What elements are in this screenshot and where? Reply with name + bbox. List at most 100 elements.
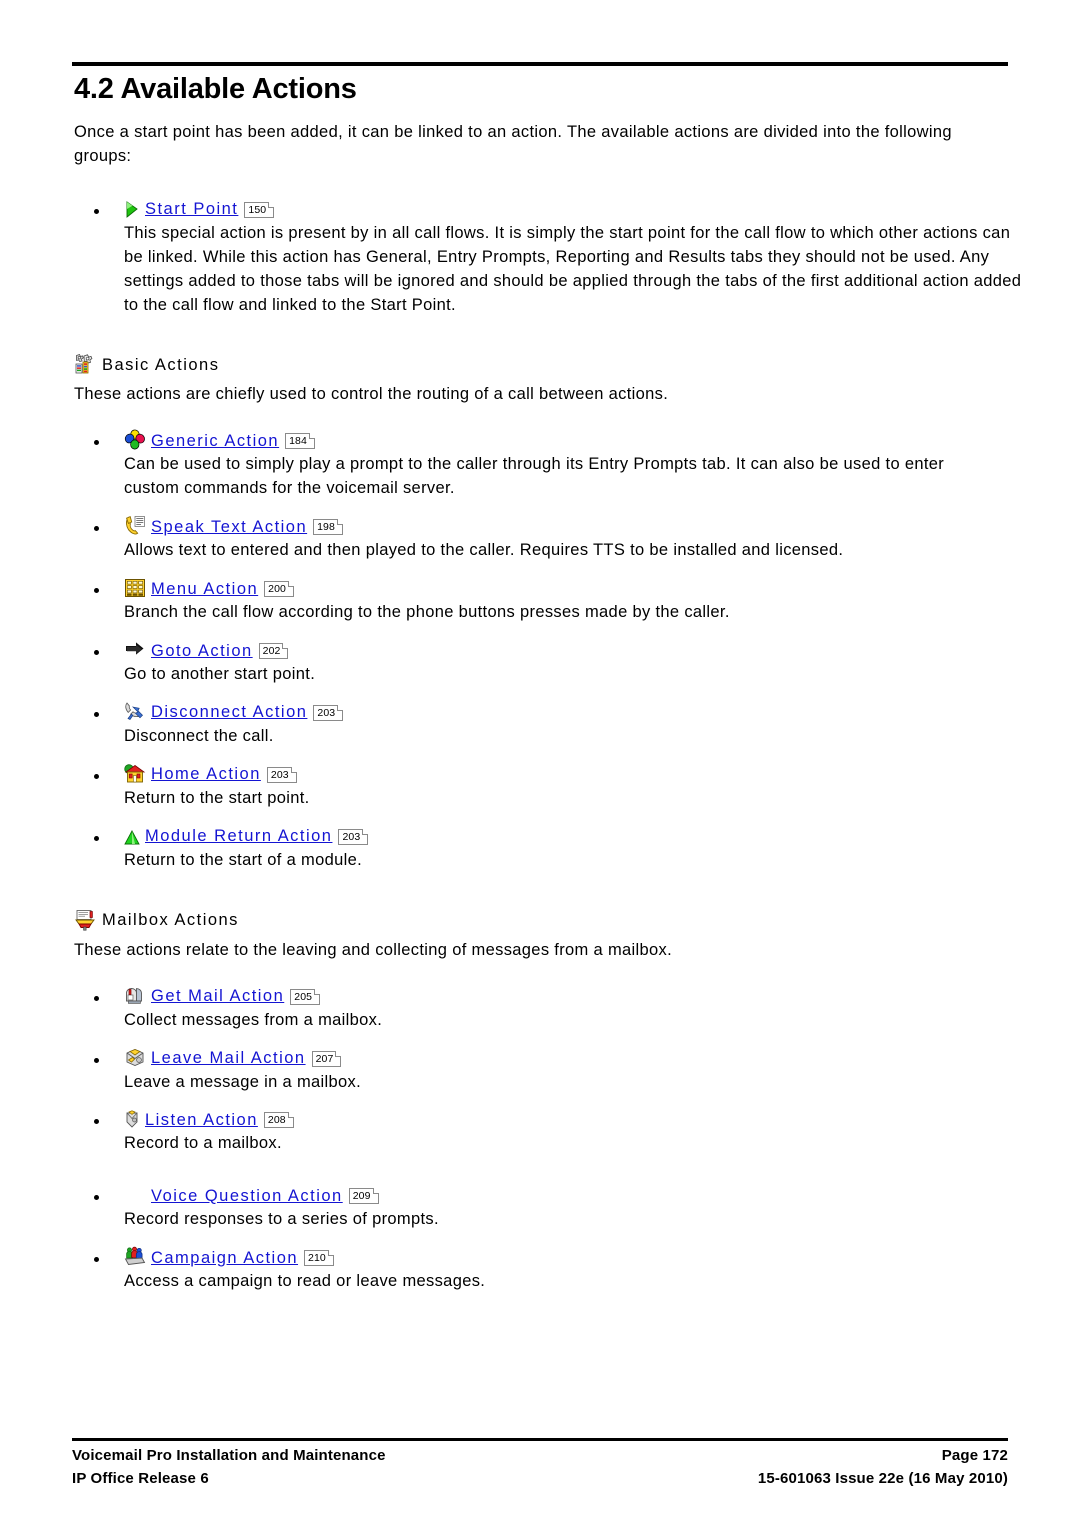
- list-item-menu-action: Menu Action 200 Branch the call flow acc…: [72, 575, 1008, 625]
- link-leave-mail-action[interactable]: Leave Mail Action: [151, 1050, 306, 1069]
- generic-action-description: Can be used to simply play a prompt to t…: [124, 455, 945, 498]
- get-mail-mailbox-icon: [124, 985, 146, 1007]
- bullet-marker: [94, 588, 99, 594]
- page-reference-badge[interactable]: 203: [266, 766, 297, 783]
- speak-text-action-description: Allows text to entered and then played t…: [124, 541, 844, 560]
- page-title: 4.2 Available Actions: [74, 73, 357, 105]
- page-reference-badge[interactable]: 184: [285, 433, 315, 450]
- link-home-action[interactable]: Home Action: [151, 766, 261, 785]
- group-basic-actions-title: Basic Actions: [102, 355, 220, 374]
- bullet-marker: [94, 1057, 99, 1063]
- menu-action-description: Branch the call flow according to the ph…: [124, 603, 730, 622]
- disconnect-phone-icon: [124, 701, 146, 723]
- page-reference-badge[interactable]: 203: [313, 704, 344, 721]
- group-mailbox-actions-title: Mailbox Actions: [102, 911, 239, 930]
- group-basic-actions: Basic Actions These actions are chiefly …: [72, 353, 1008, 872]
- list-item-disconnect-action: Disconnect Action 203 Disconnect the cal…: [72, 699, 1008, 749]
- bullet-marker: [94, 995, 99, 1001]
- link-listen-action[interactable]: Listen Action: [145, 1112, 258, 1131]
- footer-issue-info: 15-601063 Issue 22e (16 May 2010): [757, 1469, 1008, 1487]
- listen-envelope-icon: [124, 1110, 140, 1130]
- campaign-action-heading: Campaign Action 210: [124, 1244, 1008, 1268]
- generic-clover-icon: [124, 429, 146, 451]
- link-campaign-action[interactable]: Campaign Action: [151, 1250, 298, 1269]
- footer-page-number: Page 172: [941, 1447, 1008, 1464]
- list-item-voice-question-action: Voice Question Action 209 Record respons…: [72, 1182, 1008, 1232]
- bullet-marker: [94, 650, 99, 656]
- menu-keypad-icon: [124, 577, 146, 599]
- list-item-listen-action: Listen Action 208 Record to a mailbox.: [72, 1106, 1008, 1156]
- footer-row-2: IP Office Release 6 15-601063 Issue 22e …: [72, 1468, 1008, 1491]
- page-reference-badge[interactable]: 202: [258, 643, 289, 660]
- get-mail-action-description: Collect messages from a mailbox.: [124, 1010, 383, 1029]
- voice-question-action-description: Record responses to a series of prompts.: [124, 1210, 439, 1229]
- group-basic-actions-heading: Basic Actions: [74, 353, 1008, 375]
- module-return-triangle-icon: [124, 827, 140, 847]
- document-page: 4.2 Available Actions Once a start point…: [0, 0, 1080, 1528]
- list-item-speak-text-action: Speak Text Action 198 Allows text to ent…: [72, 513, 1008, 563]
- link-disconnect-action[interactable]: Disconnect Action: [151, 704, 307, 723]
- title-divider: [72, 62, 1008, 66]
- speak-text-action-heading: Speak Text Action 198: [124, 513, 1008, 537]
- start-point-heading: Start Point 150: [124, 196, 1008, 220]
- group-basic-actions-description: These actions are chiefly used to contro…: [74, 385, 669, 404]
- green-play-triangle-icon: [124, 200, 140, 220]
- list-item-campaign-action: Campaign Action 210 Access a campaign to…: [72, 1244, 1008, 1294]
- voice-question-action-heading: Voice Question Action 209: [124, 1182, 1008, 1206]
- leave-mail-action-description: Leave a message in a mailbox.: [124, 1072, 362, 1091]
- page-footer: Voicemail Pro Installation and Maintenan…: [72, 1438, 1008, 1490]
- page-reference-badge[interactable]: 207: [311, 1050, 342, 1067]
- home-house-icon: [124, 763, 146, 785]
- link-voice-question-action[interactable]: Voice Question Action: [151, 1188, 343, 1207]
- missing-icon-placeholder: [124, 1184, 146, 1206]
- page-reference-badge[interactable]: 203: [338, 828, 369, 845]
- page-reference-badge[interactable]: 209: [348, 1188, 379, 1205]
- leave-mail-action-heading: Leave Mail Action 207: [124, 1045, 1008, 1069]
- page-reference-badge[interactable]: 150: [244, 201, 275, 218]
- menu-action-heading: Menu Action 200: [124, 575, 1008, 599]
- home-action-description: Return to the start point.: [124, 788, 310, 807]
- campaign-action-description: Access a campaign to read or leave messa…: [124, 1272, 486, 1291]
- bullet-marker: [94, 711, 99, 717]
- page-reference-badge[interactable]: 198: [313, 519, 343, 536]
- goto-arrow-icon: [124, 639, 146, 661]
- bullet-marker: [94, 773, 99, 779]
- list-item-generic-action: Generic Action 184 Can be used to simply…: [72, 427, 1008, 501]
- link-speak-text-action[interactable]: Speak Text Action: [151, 519, 307, 538]
- module-return-action-heading: Module Return Action 203: [124, 823, 1008, 847]
- bullet-marker: [94, 440, 99, 446]
- leave-mail-envelope-icon: [124, 1047, 146, 1069]
- goto-action-description: Go to another start point.: [124, 665, 316, 684]
- footer-document-title: Voicemail Pro Installation and Maintenan…: [72, 1447, 386, 1464]
- list-item-leave-mail-action: Leave Mail Action 207 Leave a message in…: [72, 1045, 1008, 1095]
- link-menu-action[interactable]: Menu Action: [151, 581, 258, 600]
- footer-product-release: IP Office Release 6: [72, 1469, 209, 1487]
- link-generic-action[interactable]: Generic Action: [151, 433, 279, 452]
- page-reference-badge[interactable]: 205: [290, 988, 321, 1005]
- bullet-marker: [94, 1195, 99, 1201]
- goto-action-heading: Goto Action 202: [124, 637, 1008, 661]
- page-reference-badge[interactable]: 200: [264, 581, 294, 598]
- bullet-marker: [94, 526, 99, 532]
- listen-action-heading: Listen Action 208: [124, 1106, 1008, 1130]
- page-reference-badge[interactable]: 208: [263, 1112, 294, 1129]
- footer-row-1: Voicemail Pro Installation and Maintenan…: [72, 1445, 1008, 1468]
- list-item-goto-action: Goto Action 202 Go to another start poin…: [72, 637, 1008, 687]
- listen-action-description: Record to a mailbox.: [124, 1134, 282, 1153]
- link-module-return-action[interactable]: Module Return Action: [145, 828, 332, 847]
- group-mailbox-actions-description: These actions relate to the leaving and …: [74, 940, 673, 959]
- footer-divider: [72, 1438, 1008, 1441]
- bullet-marker: [94, 208, 99, 214]
- list-item-get-mail-action: Get Mail Action 205 Collect messages fro…: [72, 983, 1008, 1033]
- generic-action-heading: Generic Action 184: [124, 427, 1008, 451]
- disconnect-action-heading: Disconnect Action 203: [124, 699, 1008, 723]
- list-item-start-point: Start Point 150 This special action is p…: [72, 196, 1021, 318]
- page-reference-badge[interactable]: 210: [304, 1250, 334, 1267]
- bullet-marker: [94, 1119, 99, 1125]
- campaign-people-icon: [124, 1246, 146, 1268]
- link-goto-action[interactable]: Goto Action: [151, 642, 253, 662]
- gear-blocks-icon: [74, 353, 96, 375]
- intro-paragraph: Once a start point has been added, it ca…: [74, 122, 952, 165]
- link-start-point[interactable]: Start Point: [145, 201, 238, 220]
- link-get-mail-action[interactable]: Get Mail Action: [151, 988, 284, 1007]
